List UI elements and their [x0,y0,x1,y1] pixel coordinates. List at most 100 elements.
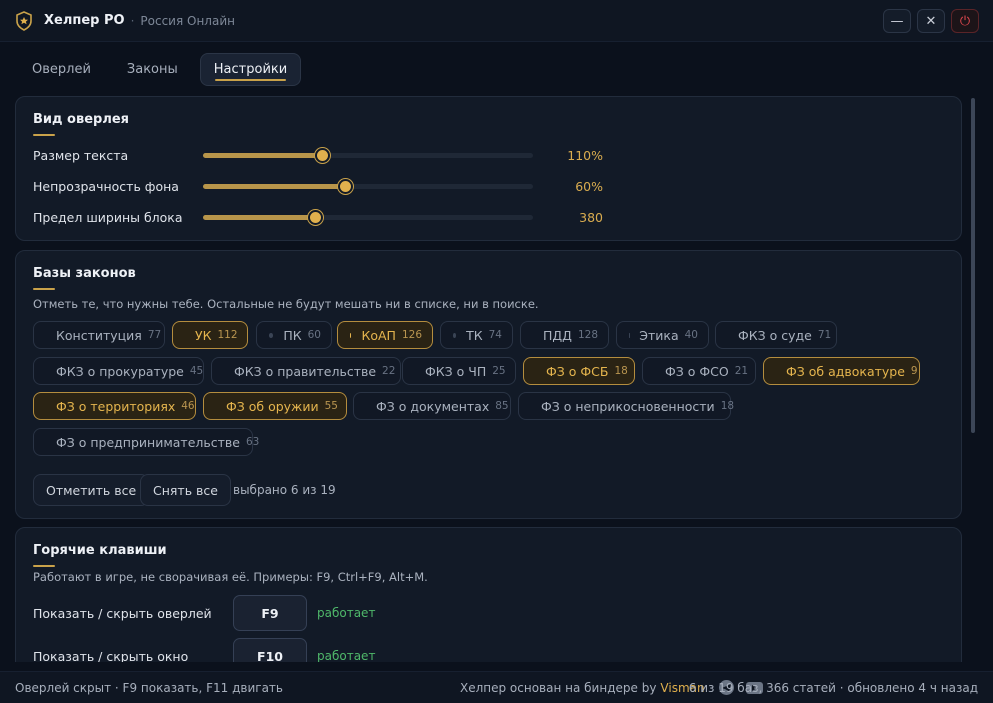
law-chip[interactable]: ФЗ о документах 85 [353,392,511,420]
chip-label: ФЗ об адвокатуре [786,363,905,379]
chip-label: Конституция [56,327,142,343]
law-chip[interactable]: ФКЗ о суде 71 [715,321,837,349]
law-chip[interactable]: ФЗ об адвокатуре 9 [763,357,920,385]
chip-count: 85 [495,400,509,412]
law-chip[interactable]: ПДД 128 [520,321,609,349]
slider-thumb[interactable] [337,178,353,194]
section-title: Вид оверлея [33,112,130,136]
chip-label: Этика [639,327,679,343]
slider-value: 60% [575,178,603,194]
app-name: Хелпер РО [44,13,125,28]
chip-label: ФКЗ о правительстве [234,363,377,379]
chip-count: 74 [488,329,502,341]
slider-row: Непрозрачность фона 60% [33,176,603,196]
chip-count: 45 [189,365,204,377]
law-chip[interactable]: Этика 40 [616,321,709,349]
slider-label: Непрозрачность фона [33,178,179,194]
law-chip[interactable]: ФКЗ о ЧП 25 [402,357,516,385]
chip-count: 18 [614,365,628,377]
chip-count: 128 [577,329,598,341]
hotkey-key-button[interactable]: F9 [233,595,307,631]
section-title: Горячие клавиши [33,543,167,567]
law-chip[interactable]: ФЗ о территориях 46 [33,392,196,420]
hotkey-key-button[interactable]: F10 [233,638,307,662]
chip-count: 21 [734,365,749,377]
chip-count: 71 [817,329,832,341]
chip-label: ФЗ о предпринимательстве [56,434,240,450]
close-button[interactable]: ✕ [917,9,945,33]
hotkey-status: работает [317,606,376,620]
hotkey-row: Показать / скрыть оверлей F9 работает [33,595,533,631]
hotkey-label: Показать / скрыть окно [33,648,189,663]
law-chip[interactable]: ФКЗ о прокуратуре 45 [33,357,204,385]
chip-count: 9 [910,365,918,377]
bg-opacity-slider[interactable] [203,178,533,194]
law-chip[interactable]: ФЗ о ФСБ 18 [523,357,635,385]
law-chip[interactable]: ФЗ о ФСО 21 [642,357,756,385]
hotkey-label: Показать / скрыть оверлей [33,605,212,621]
hotkeys-clip: Горячие клавиши Работают в игре, не свор… [0,527,993,662]
law-chip[interactable]: ФЗ о предпринимательстве 63 [33,428,259,456]
law-chip[interactable]: ФЗ об оружии 55 [203,392,347,420]
chip-count: 60 [307,329,321,341]
hotkeys-section: Горячие клавиши Работают в игре, не свор… [15,527,962,662]
chip-count: 18 [720,400,735,412]
select-all-button[interactable]: Отметить все [33,474,150,506]
main-tabs: Оверлей Законы Настройки [18,53,302,86]
chip-count: 22 [382,365,396,377]
minimize-icon: — [890,13,904,29]
law-chip[interactable]: ПК 60 [256,321,332,349]
title-separator: · [130,13,135,28]
chip-count: 40 [684,329,698,341]
law-chip[interactable]: Конституция 77 [33,321,165,349]
law-bases-section: Базы законов Отметь те, что нужны тебе. … [15,250,962,519]
chip-count: 112 [217,329,238,341]
law-chip[interactable]: ФКЗ о правительстве 22 [211,357,401,385]
chip-dot-icon [269,332,274,338]
chip-label: ФКЗ о ЧП [425,363,487,379]
block-width-slider[interactable] [203,209,533,225]
chip-label: ФЗ об оружии [226,398,319,414]
chip-label: ФЗ о ФСБ [546,363,609,379]
db-stats: 6 из 19 баз, 366 статей · обновлено 4 ч … [688,680,978,695]
chip-label: УК [195,327,212,343]
slider-thumb[interactable] [308,209,324,225]
tab-laws[interactable]: Законы [113,53,192,86]
slider-value: 110% [567,147,603,163]
slider-value: 380 [579,209,603,225]
minimize-button[interactable]: — [883,9,911,33]
chip-dot-icon [453,332,457,338]
power-icon: ⏻ [959,13,971,29]
law-chip[interactable]: ФЗ о неприкосновенности 18 [518,392,735,420]
app-subtitle: Россия Онлайн [140,13,235,28]
text-size-slider[interactable] [203,147,533,163]
status-bar: Оверлей скрыт · F9 показать, F11 двигать… [0,671,993,703]
clear-all-button[interactable]: Снять все [140,474,231,506]
slider-label: Размер текста [33,147,129,163]
section-hint: Отметь те, что нужны тебе. Остальные не … [33,297,539,311]
law-chip[interactable]: КоАП 126 [337,321,433,349]
law-chip[interactable]: ТК 74 [440,321,513,349]
chip-dot-icon [350,332,352,338]
tab-settings[interactable]: Настройки [199,53,302,86]
chip-label: ФЗ о документах [376,398,490,414]
title-bar: Хелпер РО · Россия Онлайн — ✕ ⏻ [0,0,993,42]
tab-overlay[interactable]: Оверлей [18,53,105,86]
chip-label: ФЗ о неприкосновенности [541,398,715,414]
power-button[interactable]: ⏻ [951,9,979,33]
hotkey-row: Показать / скрыть окно F10 работает [33,638,533,662]
chip-count: 55 [324,400,338,412]
overlay-status: Оверлей скрыт · F9 показать, F11 двигать [15,680,283,695]
slider-thumb[interactable] [314,147,330,163]
chip-count: 63 [245,436,260,448]
chip-label: ПДД [543,327,572,343]
hotkey-status: работает [317,649,376,662]
chip-label: КоАП [361,327,396,343]
chip-count: 77 [147,329,162,341]
scrollbar[interactable] [971,98,975,433]
shield-star-icon [14,10,34,31]
slider-row: Предел ширины блока 380 [33,207,603,227]
law-chip[interactable]: УК 112 [172,321,248,349]
chip-count: 126 [401,329,422,341]
chip-label: ТК [466,327,483,343]
